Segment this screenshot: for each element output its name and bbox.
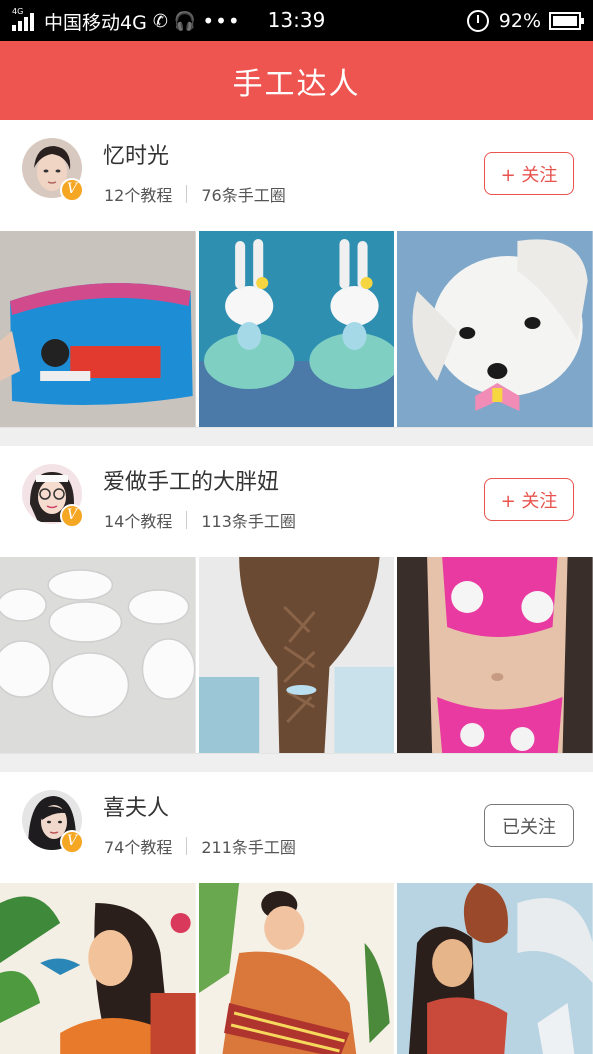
photo-painting-woman-bird[interactable] xyxy=(0,883,196,1054)
photo-crochet-doll-outfit[interactable] xyxy=(397,557,593,753)
tutorial-count: 14个教程 xyxy=(104,512,173,531)
post-count: 113条手工圈 xyxy=(201,512,296,531)
post-count: 76条手工圈 xyxy=(201,186,286,205)
creator-stats: 74个教程 211条手工圈 xyxy=(104,834,296,858)
tutorial-count: 12个教程 xyxy=(104,186,173,205)
photo-strip xyxy=(0,557,593,753)
section-divider xyxy=(0,427,593,446)
photo-plush-dog[interactable] xyxy=(397,231,593,427)
creator-card[interactable]: V 喜夫人 74个教程 211条手工圈 已关注 xyxy=(0,772,593,1054)
creator-stats: 14个教程 113条手工圈 xyxy=(104,508,296,532)
creator-stats: 12个教程 76条手工圈 xyxy=(104,182,286,206)
status-bar: 4G 中国移动4G ✆ 🎧 ••• 13:39 92% xyxy=(0,0,593,41)
creator-name[interactable]: 忆时光 xyxy=(103,138,169,170)
app-header: 手工达人 xyxy=(0,41,593,120)
creator-name[interactable]: 喜夫人 xyxy=(103,790,169,822)
creator-card[interactable]: V 爱做手工的大胖妞 14个教程 113条手工圈 + 关注 xyxy=(0,446,593,753)
follow-button[interactable]: + 关注 xyxy=(484,152,574,195)
photo-paper-bowls[interactable] xyxy=(0,557,196,753)
verified-badge-icon: V xyxy=(60,504,84,528)
follow-button[interactable]: + 关注 xyxy=(484,478,574,521)
verified-badge-icon: V xyxy=(60,178,84,202)
photo-painting-woman-pot[interactable] xyxy=(397,883,593,1054)
alarm-icon xyxy=(466,10,489,32)
stats-divider xyxy=(186,837,188,855)
creator-list: V 忆时光 12个教程 76条手工圈 + 关注 V 爱做手工的大胖妞 14个教程… xyxy=(0,120,593,1054)
battery-icon xyxy=(549,12,584,30)
section-divider xyxy=(0,753,593,772)
photo-strip xyxy=(0,231,593,427)
photo-fishtail-braid[interactable] xyxy=(198,557,395,753)
following-button[interactable]: 已关注 xyxy=(484,804,574,847)
creator-card[interactable]: V 忆时光 12个教程 76条手工圈 + 关注 xyxy=(0,120,593,427)
battery-percent: 92% xyxy=(498,10,541,32)
photo-strip xyxy=(0,883,593,1054)
tutorial-count: 74个教程 xyxy=(104,838,173,857)
verified-badge-icon: V xyxy=(60,830,84,854)
post-count: 211条手工圈 xyxy=(201,838,296,857)
creator-name[interactable]: 爱做手工的大胖妞 xyxy=(103,464,279,496)
page-title: 手工达人 xyxy=(232,66,361,102)
stats-divider xyxy=(186,185,188,203)
stats-divider xyxy=(186,511,188,529)
photo-felt-pouch[interactable] xyxy=(0,231,196,427)
photo-bunny-dolls[interactable] xyxy=(198,231,395,427)
photo-painting-seated-woman[interactable] xyxy=(198,883,395,1054)
